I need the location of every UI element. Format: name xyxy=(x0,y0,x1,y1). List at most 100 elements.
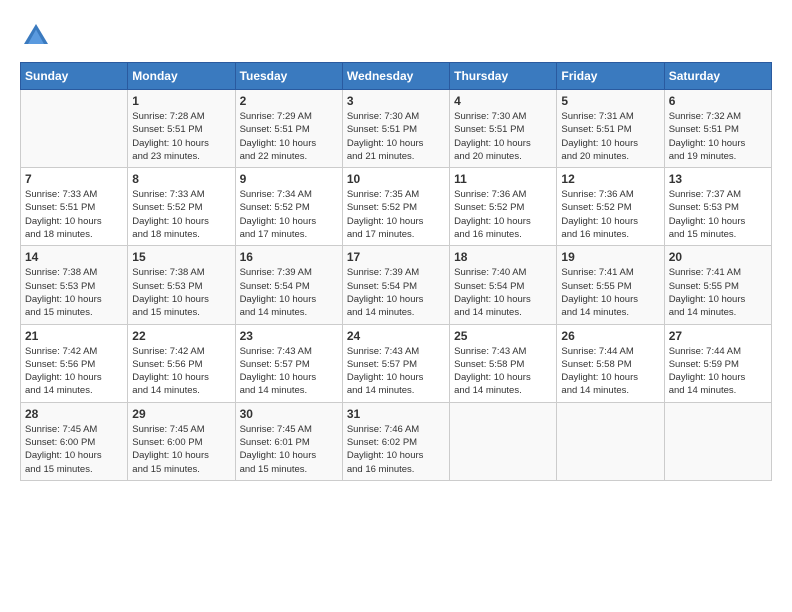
day-info: Sunrise: 7:38 AMSunset: 5:53 PMDaylight:… xyxy=(25,266,123,319)
weekday-header-wednesday: Wednesday xyxy=(342,63,449,90)
day-number: 5 xyxy=(561,94,659,108)
day-info: Sunrise: 7:46 AMSunset: 6:02 PMDaylight:… xyxy=(347,423,445,476)
calendar-cell: 29 Sunrise: 7:45 AMSunset: 6:00 PMDayligh… xyxy=(128,402,235,480)
calendar-cell: 20Sunrise: 7:41 AMSunset: 5:55 PMDayligh… xyxy=(664,246,771,324)
calendar-week-1: 1 Sunrise: 7:28 AMSunset: 5:51 PMDaylight… xyxy=(21,90,772,168)
calendar-cell: 5 Sunrise: 7:31 AMSunset: 5:51 PMDaylight… xyxy=(557,90,664,168)
calendar-cell: 10Sunrise: 7:35 AMSunset: 5:52 PMDayligh… xyxy=(342,168,449,246)
calendar-week-3: 14 Sunrise: 7:38 AMSunset: 5:53 PMDayligh… xyxy=(21,246,772,324)
logo xyxy=(20,20,56,52)
calendar-cell: 9 Sunrise: 7:34 AMSunset: 5:52 PMDaylight… xyxy=(235,168,342,246)
day-info: Sunrise: 7:32 AMSunset: 5:51 PMDaylight:… xyxy=(669,110,767,163)
weekday-header-tuesday: Tuesday xyxy=(235,63,342,90)
day-number: 11 xyxy=(454,172,552,186)
calendar-cell: 15 Sunrise: 7:38 AMSunset: 5:53 PMDayligh… xyxy=(128,246,235,324)
day-number: 9 xyxy=(240,172,338,186)
day-info: Sunrise: 7:28 AMSunset: 5:51 PMDaylight:… xyxy=(132,110,230,163)
day-number: 31 xyxy=(347,407,445,421)
day-info: Sunrise: 7:36 AMSunset: 5:52 PMDaylight:… xyxy=(454,188,552,241)
day-info: Sunrise: 7:30 AMSunset: 5:51 PMDaylight:… xyxy=(454,110,552,163)
day-info: Sunrise: 7:45 AMSunset: 6:00 PMDaylight:… xyxy=(25,423,123,476)
calendar-cell xyxy=(21,90,128,168)
day-number: 6 xyxy=(669,94,767,108)
day-number: 8 xyxy=(132,172,230,186)
day-info: Sunrise: 7:45 AMSunset: 6:00 PMDaylight:… xyxy=(132,423,230,476)
day-number: 12 xyxy=(561,172,659,186)
day-info: Sunrise: 7:40 AMSunset: 5:54 PMDaylight:… xyxy=(454,266,552,319)
calendar-week-2: 7 Sunrise: 7:33 AMSunset: 5:51 PMDaylight… xyxy=(21,168,772,246)
day-info: Sunrise: 7:38 AMSunset: 5:53 PMDaylight:… xyxy=(132,266,230,319)
day-info: Sunrise: 7:33 AMSunset: 5:52 PMDaylight:… xyxy=(132,188,230,241)
calendar-cell xyxy=(557,402,664,480)
calendar-header: SundayMondayTuesdayWednesdayThursdayFrid… xyxy=(21,63,772,90)
day-info: Sunrise: 7:31 AMSunset: 5:51 PMDaylight:… xyxy=(561,110,659,163)
day-info: Sunrise: 7:39 AMSunset: 5:54 PMDaylight:… xyxy=(347,266,445,319)
calendar-cell: 21Sunrise: 7:42 AMSunset: 5:56 PMDayligh… xyxy=(21,324,128,402)
day-number: 3 xyxy=(347,94,445,108)
day-info: Sunrise: 7:43 AMSunset: 5:58 PMDaylight:… xyxy=(454,345,552,398)
day-info: Sunrise: 7:33 AMSunset: 5:51 PMDaylight:… xyxy=(25,188,123,241)
day-number: 26 xyxy=(561,329,659,343)
day-number: 23 xyxy=(240,329,338,343)
day-number: 29 xyxy=(132,407,230,421)
calendar-cell: 14 Sunrise: 7:38 AMSunset: 5:53 PMDayligh… xyxy=(21,246,128,324)
calendar-cell: 11 Sunrise: 7:36 AMSunset: 5:52 PMDayligh… xyxy=(450,168,557,246)
day-number: 15 xyxy=(132,250,230,264)
day-info: Sunrise: 7:37 AMSunset: 5:53 PMDaylight:… xyxy=(669,188,767,241)
day-number: 19 xyxy=(561,250,659,264)
calendar-cell: 6 Sunrise: 7:32 AMSunset: 5:51 PMDaylight… xyxy=(664,90,771,168)
calendar-cell: 16 Sunrise: 7:39 AMSunset: 5:54 PMDayligh… xyxy=(235,246,342,324)
calendar-cell: 28Sunrise: 7:45 AMSunset: 6:00 PMDayligh… xyxy=(21,402,128,480)
day-number: 4 xyxy=(454,94,552,108)
day-number: 14 xyxy=(25,250,123,264)
day-number: 27 xyxy=(669,329,767,343)
calendar-cell: 18 Sunrise: 7:40 AMSunset: 5:54 PMDayligh… xyxy=(450,246,557,324)
day-number: 22 xyxy=(132,329,230,343)
calendar-cell: 23Sunrise: 7:43 AMSunset: 5:57 PMDayligh… xyxy=(235,324,342,402)
calendar-cell: 13 Sunrise: 7:37 AMSunset: 5:53 PMDayligh… xyxy=(664,168,771,246)
page-header xyxy=(20,20,772,52)
calendar-cell xyxy=(450,402,557,480)
day-info: Sunrise: 7:41 AMSunset: 5:55 PMDaylight:… xyxy=(561,266,659,319)
calendar-cell: 7 Sunrise: 7:33 AMSunset: 5:51 PMDaylight… xyxy=(21,168,128,246)
calendar-cell: 27 Sunrise: 7:44 AMSunset: 5:59 PMDayligh… xyxy=(664,324,771,402)
weekday-header-sunday: Sunday xyxy=(21,63,128,90)
calendar-cell: 2Sunrise: 7:29 AMSunset: 5:51 PMDaylight… xyxy=(235,90,342,168)
weekday-header-thursday: Thursday xyxy=(450,63,557,90)
day-number: 16 xyxy=(240,250,338,264)
calendar-cell: 19 Sunrise: 7:41 AMSunset: 5:55 PMDayligh… xyxy=(557,246,664,324)
day-info: Sunrise: 7:43 AMSunset: 5:57 PMDaylight:… xyxy=(347,345,445,398)
calendar-cell: 24 Sunrise: 7:43 AMSunset: 5:57 PMDayligh… xyxy=(342,324,449,402)
calendar-cell: 17 Sunrise: 7:39 AMSunset: 5:54 PMDayligh… xyxy=(342,246,449,324)
day-info: Sunrise: 7:42 AMSunset: 5:56 PMDaylight:… xyxy=(132,345,230,398)
calendar-week-5: 28Sunrise: 7:45 AMSunset: 6:00 PMDayligh… xyxy=(21,402,772,480)
day-number: 24 xyxy=(347,329,445,343)
day-info: Sunrise: 7:44 AMSunset: 5:59 PMDaylight:… xyxy=(669,345,767,398)
calendar-cell: 31 Sunrise: 7:46 AMSunset: 6:02 PMDayligh… xyxy=(342,402,449,480)
day-info: Sunrise: 7:39 AMSunset: 5:54 PMDaylight:… xyxy=(240,266,338,319)
calendar-cell: 4 Sunrise: 7:30 AMSunset: 5:51 PMDaylight… xyxy=(450,90,557,168)
day-info: Sunrise: 7:41 AMSunset: 5:55 PMDaylight:… xyxy=(669,266,767,319)
calendar-cell: 8 Sunrise: 7:33 AMSunset: 5:52 PMDaylight… xyxy=(128,168,235,246)
logo-icon xyxy=(20,20,52,52)
calendar-cell: 12 Sunrise: 7:36 AMSunset: 5:52 PMDayligh… xyxy=(557,168,664,246)
calendar-cell: 25 Sunrise: 7:43 AMSunset: 5:58 PMDayligh… xyxy=(450,324,557,402)
day-number: 21 xyxy=(25,329,123,343)
calendar-cell: 30Sunrise: 7:45 AMSunset: 6:01 PMDayligh… xyxy=(235,402,342,480)
day-number: 18 xyxy=(454,250,552,264)
day-info: Sunrise: 7:36 AMSunset: 5:52 PMDaylight:… xyxy=(561,188,659,241)
day-number: 25 xyxy=(454,329,552,343)
calendar-cell: 1 Sunrise: 7:28 AMSunset: 5:51 PMDaylight… xyxy=(128,90,235,168)
day-number: 7 xyxy=(25,172,123,186)
calendar-cell xyxy=(664,402,771,480)
day-number: 2 xyxy=(240,94,338,108)
calendar-cell: 3Sunrise: 7:30 AMSunset: 5:51 PMDaylight… xyxy=(342,90,449,168)
day-number: 13 xyxy=(669,172,767,186)
day-number: 1 xyxy=(132,94,230,108)
weekday-header-monday: Monday xyxy=(128,63,235,90)
day-info: Sunrise: 7:45 AMSunset: 6:01 PMDaylight:… xyxy=(240,423,338,476)
day-info: Sunrise: 7:44 AMSunset: 5:58 PMDaylight:… xyxy=(561,345,659,398)
weekday-header-friday: Friday xyxy=(557,63,664,90)
day-info: Sunrise: 7:34 AMSunset: 5:52 PMDaylight:… xyxy=(240,188,338,241)
day-number: 17 xyxy=(347,250,445,264)
